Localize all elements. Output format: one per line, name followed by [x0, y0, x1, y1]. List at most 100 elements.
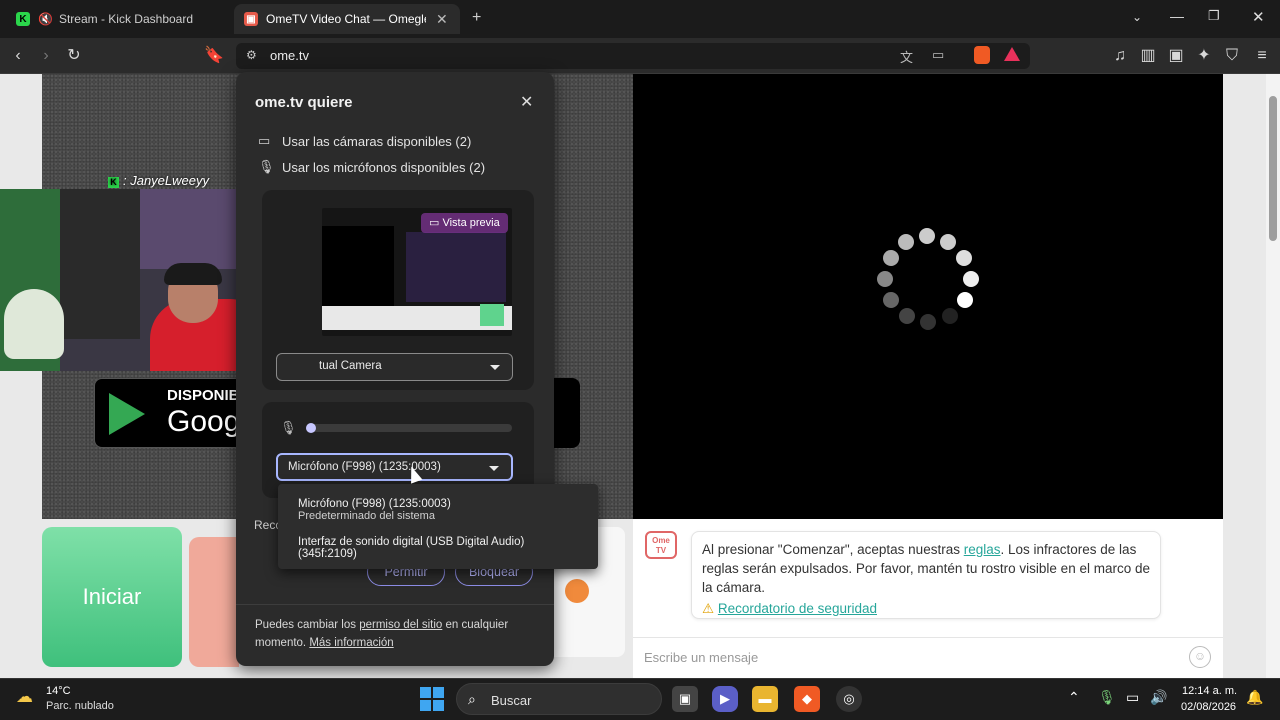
- preview-badge-label: Vista previa: [442, 217, 500, 229]
- task-view-icon[interactable]: ▣: [672, 686, 698, 712]
- mic-option-label: Micrófono (F998) (1235:0003): [298, 498, 451, 510]
- start-button[interactable]: Iniciar: [42, 527, 182, 667]
- gplay-label-top: DISPONIB: [167, 387, 240, 404]
- mic-select[interactable]: Micrófono (F998) (1235:0003): [276, 453, 513, 481]
- vpn-icon[interactable]: ⛉: [1222, 46, 1242, 66]
- url-text: ome.tv: [270, 48, 310, 63]
- tab-label: OmeTV Video Chat — Omegle R: [266, 12, 426, 26]
- chevron-down-icon: [490, 365, 500, 370]
- music-icon[interactable]: ♫: [1110, 46, 1130, 66]
- clock-date[interactable]: 02/08/2026: [1181, 701, 1236, 713]
- windows-start-icon[interactable]: [420, 687, 444, 711]
- tab-ometv[interactable]: ▣ OmeTV Video Chat — Omegle R ✕: [234, 4, 460, 34]
- obs-icon[interactable]: ◎: [836, 686, 862, 712]
- mic-option[interactable]: Micrófono (F998) (1235:0003) Predetermin…: [278, 494, 598, 526]
- taskbar-search[interactable]: ⌕ Buscar: [456, 683, 662, 715]
- translate-icon[interactable]: 文: [900, 47, 913, 66]
- camera-permission-label: Usar las cámaras disponibles (2): [282, 133, 472, 149]
- mic-level-icon: 🎙: [280, 420, 297, 435]
- install-icon[interactable]: ▭: [932, 47, 944, 63]
- message-text: Al presionar "Comenzar", aceptas nuestra…: [702, 542, 964, 557]
- mic-dropdown: Micrófono (F998) (1235:0003) Predetermin…: [278, 484, 598, 569]
- volume-icon[interactable]: 🔊: [1150, 689, 1167, 706]
- leo-ai-icon[interactable]: ✦: [1194, 46, 1214, 66]
- clothes-rack: [60, 189, 140, 339]
- tab-search-icon[interactable]: ⌄: [1132, 10, 1142, 24]
- camera-icon: ▭: [258, 133, 271, 148]
- weather-icon[interactable]: ☁: [16, 687, 40, 709]
- preview-badge: ▭ Vista previa: [421, 213, 508, 233]
- chevron-down-icon: [489, 466, 499, 471]
- weather-temp[interactable]: 14°C: [46, 685, 71, 697]
- file-explorer-icon[interactable]: ▬: [752, 686, 778, 712]
- app-store-badge[interactable]: [552, 378, 580, 448]
- streamer-name: : JanyeLweeyy: [123, 173, 209, 188]
- camera-select[interactable]: tual Camera: [276, 353, 513, 381]
- close-window-button[interactable]: ✕: [1252, 8, 1265, 26]
- tab-label: Stream - Kick Dashboard: [58, 12, 194, 26]
- mic-tray-icon[interactable]: 🎙: [1098, 689, 1116, 706]
- permission-popup: ome.tv quiere ✕ ▭ Usar las cámaras dispo…: [236, 72, 554, 666]
- notification-icon[interactable]: 🔔: [1246, 689, 1263, 706]
- back-icon[interactable]: ‹: [8, 46, 28, 66]
- address-bar[interactable]: ⚙ ome.tv 文 ▭: [236, 43, 1030, 69]
- spinner-dot: [898, 234, 914, 250]
- teams-icon[interactable]: ▶: [712, 686, 738, 712]
- spinner-dot: [920, 314, 936, 330]
- scrollbar-thumb[interactable]: [1269, 96, 1277, 241]
- popup-title: ome.tv quiere: [255, 94, 353, 111]
- wallet-icon[interactable]: ▣: [1166, 46, 1186, 66]
- minimize-button[interactable]: —: [1170, 8, 1184, 24]
- avatar-emoji-icon[interactable]: [565, 579, 589, 603]
- mic-level-knob: [306, 423, 316, 433]
- mic-level-bar: [306, 424, 512, 432]
- preview-screen: [406, 232, 506, 302]
- mic-option[interactable]: Interfaz de sonido digital (USB Digital …: [278, 532, 598, 564]
- show-hidden-icons[interactable]: ⌃: [1068, 689, 1080, 706]
- new-tab-button[interactable]: +: [472, 9, 481, 27]
- tab-strip: K 🔇 Stream - Kick Dashboard ▣ OmeTV Vide…: [0, 0, 1280, 38]
- chat-placeholder: Escribe un mensaje: [644, 650, 759, 665]
- restore-button[interactable]: ❐: [1208, 8, 1220, 24]
- video-icon: ▭: [429, 217, 443, 229]
- brave-shields-icon[interactable]: [974, 46, 990, 64]
- preview-video: [322, 226, 394, 306]
- brave-rewards-icon[interactable]: [1004, 47, 1020, 61]
- camera-permission: ▭ Usar las cámaras disponibles (2): [258, 133, 471, 149]
- network-icon[interactable]: ▭: [1126, 689, 1139, 706]
- scrollbar[interactable]: [1266, 74, 1280, 678]
- mic-permission-label: Usar los micrófonos disponibles (2): [282, 159, 486, 175]
- clock-time[interactable]: 12:14 a. m.: [1182, 685, 1237, 697]
- ometv-logo-icon: Ome TV: [645, 531, 677, 559]
- streamer-tag: K: JanyeLweeyy: [108, 173, 209, 188]
- chat-input[interactable]: Escribe un mensaje ☺: [633, 637, 1223, 673]
- search-text: Buscar: [491, 693, 532, 708]
- warning-icon: ⚠: [702, 601, 715, 616]
- weather-condition[interactable]: Parc. nublado: [46, 700, 114, 712]
- close-tab-icon[interactable]: ✕: [436, 11, 448, 28]
- site-settings-icon[interactable]: ⚙: [246, 48, 257, 62]
- spinner-dot: [883, 292, 899, 308]
- brave-icon[interactable]: ◆: [794, 686, 820, 712]
- footer-text: Puedes cambiar los: [255, 619, 360, 631]
- stop-button[interactable]: [189, 537, 239, 667]
- mic-option-sub: Predeterminado del sistema: [298, 510, 435, 522]
- spinner-dot: [899, 308, 915, 324]
- bookmark-icon[interactable]: 🔖: [204, 46, 224, 66]
- menu-icon[interactable]: ≡: [1252, 46, 1272, 66]
- forward-icon[interactable]: ›: [36, 46, 56, 66]
- google-play-badge[interactable]: DISPONIB Goog: [94, 378, 244, 448]
- emoji-icon[interactable]: ☺: [1189, 646, 1211, 668]
- spinner-dot: [877, 271, 893, 287]
- more-info-link[interactable]: Más información: [309, 637, 393, 649]
- mic-permission: 🎙 Usar los micrófonos disponibles (2): [258, 159, 485, 175]
- safety-reminder-link[interactable]: Recordatorio de seguridad: [718, 601, 877, 616]
- spinner-dot: [942, 308, 958, 324]
- site-permission-link[interactable]: permiso del sitio: [359, 619, 442, 631]
- rules-link[interactable]: reglas: [964, 542, 1001, 557]
- muted-icon[interactable]: 🔇: [38, 12, 53, 26]
- sidebar-icon[interactable]: ▥: [1138, 46, 1158, 66]
- tab-kick[interactable]: K 🔇 Stream - Kick Dashboard: [6, 4, 232, 34]
- reload-icon[interactable]: ↻: [64, 46, 84, 66]
- close-popup-icon[interactable]: ✕: [520, 92, 533, 112]
